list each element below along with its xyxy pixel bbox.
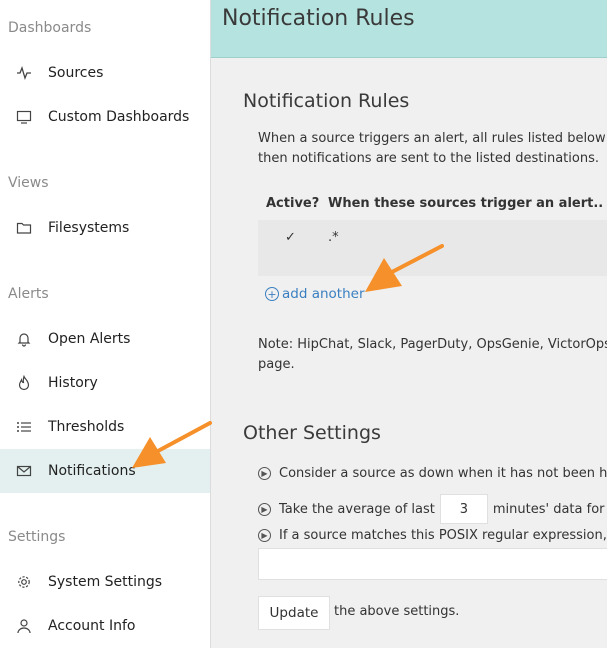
gear-icon <box>15 573 33 591</box>
add-another-link[interactable]: + add another <box>265 286 365 302</box>
update-button[interactable]: Update <box>258 596 330 630</box>
plus-circle-icon: + <box>265 287 279 301</box>
sidebar-item-thresholds[interactable]: Thresholds <box>0 405 210 449</box>
sidebar-item-notifications[interactable]: Notifications <box>0 449 210 493</box>
average-minutes-input[interactable] <box>439 494 488 524</box>
sidebar-item-filesystems[interactable]: Filesystems <box>0 206 210 250</box>
sidebar-item-label: Filesystems <box>48 220 130 236</box>
sidebar-item-label: Sources <box>48 65 104 81</box>
monitor-icon <box>15 108 33 126</box>
list-icon <box>15 418 33 436</box>
setting-label: Consider a source as down when it has no… <box>279 466 607 481</box>
rules-note-line1: Note: HipChat, Slack, PagerDuty, OpsGeni… <box>258 337 607 352</box>
sidebar-item-label: Open Alerts <box>48 331 131 347</box>
flame-icon <box>15 374 33 392</box>
add-another-label: add another <box>282 286 365 302</box>
user-icon <box>15 617 33 635</box>
setting-label-before: Take the average of last <box>279 501 435 517</box>
active-checkmark[interactable]: ✓ <box>285 230 296 245</box>
other-settings-title: Other Settings <box>243 422 381 444</box>
sidebar-item-account-info[interactable]: Account Info <box>0 604 210 648</box>
table-row[interactable]: ✓ .* <box>258 220 607 276</box>
arrow-right-icon: ▶ <box>258 502 271 516</box>
rules-description-line2: then notifications are sent to the liste… <box>258 151 599 166</box>
column-header-sources: When these sources trigger an alert.. <box>328 196 604 211</box>
rules-note-line2: page. <box>258 357 295 372</box>
setting-regex: ▶ If a source matches this POSIX regular… <box>258 528 607 543</box>
sidebar-item-sources[interactable]: Sources <box>0 51 210 95</box>
mail-icon <box>15 462 33 480</box>
setting-label: If a source matches this POSIX regular e… <box>279 528 607 543</box>
section-title-settings: Settings <box>8 529 66 545</box>
sidebar-item-custom-dashboards[interactable]: Custom Dashboards <box>0 95 210 139</box>
activity-icon <box>15 64 33 82</box>
rules-section-title: Notification Rules <box>243 90 410 112</box>
page-title: Notification Rules <box>222 6 415 31</box>
folder-icon <box>15 219 33 237</box>
setting-label-after: minutes' data for ch <box>492 501 607 517</box>
page-header: Notification Rules <box>211 0 607 58</box>
sidebar-item-open-alerts[interactable]: Open Alerts <box>0 317 210 361</box>
sidebar: Dashboards Sources Custom Dashboards Vie… <box>0 0 211 648</box>
arrow-right-icon: ▶ <box>258 529 271 542</box>
bell-icon <box>15 330 33 348</box>
regex-input[interactable] <box>258 548 607 580</box>
setting-average: ▶ Take the average of last minutes' data… <box>258 494 607 524</box>
sidebar-item-label: System Settings <box>48 574 163 590</box>
arrow-right-icon: ▶ <box>258 467 271 480</box>
sidebar-item-system-settings[interactable]: System Settings <box>0 560 210 604</box>
setting-down-threshold: ▶ Consider a source as down when it has … <box>258 466 607 481</box>
sidebar-item-label: Notifications <box>48 463 136 479</box>
sidebar-item-label: Account Info <box>48 618 136 634</box>
column-header-active: Active? <box>266 196 320 211</box>
section-title-dashboards: Dashboards <box>8 20 92 36</box>
main-content: Notification Rules When a source trigger… <box>211 58 607 648</box>
sidebar-item-history[interactable]: History <box>0 361 210 405</box>
rules-description-line1: When a source triggers an alert, all rul… <box>258 131 607 146</box>
sidebar-item-label: History <box>48 375 98 391</box>
source-pattern[interactable]: .* <box>328 230 339 245</box>
sidebar-item-label: Custom Dashboards <box>48 109 190 125</box>
update-suffix-text: the above settings. <box>334 604 460 619</box>
section-title-alerts: Alerts <box>8 286 49 302</box>
sidebar-item-label: Thresholds <box>48 419 125 435</box>
rules-table-header: Active? When these sources trigger an al… <box>258 188 607 220</box>
section-title-views: Views <box>8 175 49 191</box>
